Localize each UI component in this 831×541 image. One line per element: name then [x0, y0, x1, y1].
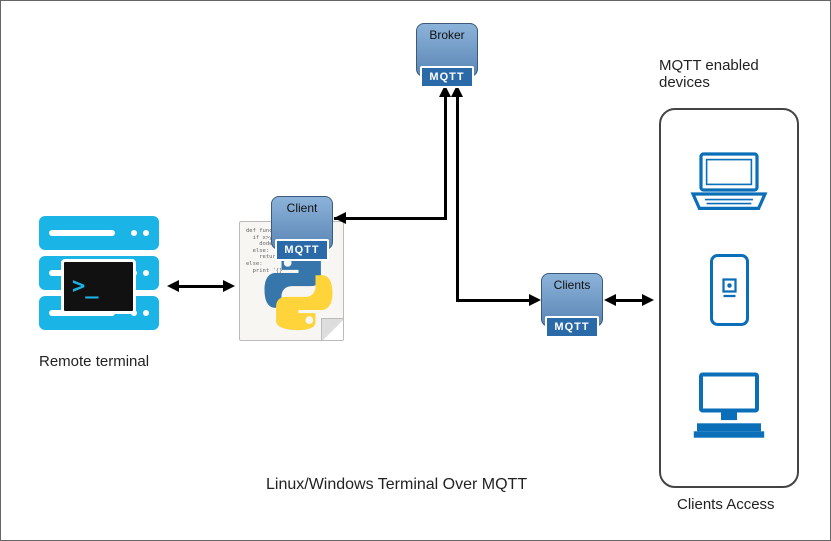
arrow-broker-clients-h: [456, 299, 531, 302]
desktop-icon: [689, 364, 769, 449]
terminal-icon: >_: [61, 259, 136, 314]
mqtt-broker-box: Broker MQTT: [416, 23, 478, 77]
arrow-client-broker-h: [334, 217, 446, 220]
remote-terminal-label: Remote terminal: [39, 353, 149, 370]
mqtt-clients-box: Clients MQTT: [541, 273, 603, 327]
devices-panel: [659, 108, 799, 488]
python-logo-icon: [256, 249, 341, 334]
devices-header: MQTT enabled devices: [659, 57, 809, 91]
client-mqtt-badge: MQTT: [275, 239, 329, 261]
clients-mqtt-badge: MQTT: [545, 316, 599, 338]
mqtt-client-box: Client MQTT: [271, 196, 333, 250]
arrow-clients-devices: [614, 299, 644, 302]
arrowhead-left-icon: [604, 294, 616, 306]
terminal-prompt: >_: [72, 274, 99, 299]
arrowhead-left-icon: [167, 280, 179, 292]
laptop-icon: [689, 147, 769, 217]
arrowhead-right-icon: [529, 294, 541, 306]
arrow-broker-clients-v: [456, 95, 459, 302]
broker-box-label: Broker: [429, 28, 464, 42]
broker-mqtt-badge: MQTT: [420, 66, 474, 88]
arrow-client-broker-v: [444, 95, 447, 220]
devices-footer: Clients Access: [677, 496, 775, 513]
clients-box-label: Clients: [554, 278, 591, 292]
diagram-canvas: >_ Remote terminal def func1(a,b): if x>…: [0, 0, 831, 541]
arrowhead-right-icon: [642, 294, 654, 306]
arrowhead-left-icon: [334, 212, 346, 224]
arrowhead-right-icon: [223, 280, 235, 292]
mobile-device-icon: [707, 251, 752, 329]
client-box-label: Client: [287, 201, 318, 215]
arrow-server-client: [177, 285, 225, 288]
diagram-title: Linux/Windows Terminal Over MQTT: [266, 476, 527, 494]
